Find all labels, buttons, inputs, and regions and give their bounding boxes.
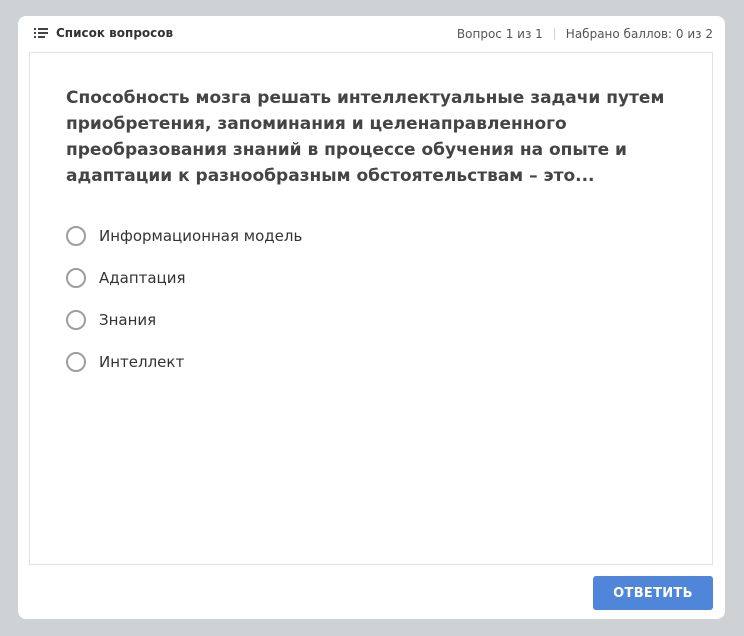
answer-button[interactable]: ОТВЕТИТЬ	[593, 576, 713, 610]
question-panel: Способность мозга решать интеллектуальны…	[29, 52, 713, 565]
quiz-header: Список вопросов Вопрос 1 из 1 Набрано ба…	[18, 16, 725, 52]
radio-icon[interactable]	[66, 226, 86, 246]
question-list-label: Список вопросов	[56, 26, 174, 40]
answer-option-label: Знания	[99, 311, 157, 329]
radio-icon[interactable]	[66, 352, 86, 372]
answer-option[interactable]: Адаптация	[66, 257, 302, 299]
quiz-status: Вопрос 1 из 1 Набрано баллов: 0 из 2	[457, 27, 713, 41]
status-divider	[553, 28, 555, 40]
radio-icon[interactable]	[66, 268, 86, 288]
score-display: Набрано баллов: 0 из 2	[565, 27, 713, 41]
answer-option[interactable]: Знания	[66, 299, 302, 341]
list-icon	[34, 28, 48, 38]
question-text: Способность мозга решать интеллектуальны…	[66, 88, 665, 186]
answer-option[interactable]: Информационная модель	[66, 215, 302, 257]
quiz-card: Список вопросов Вопрос 1 из 1 Набрано ба…	[18, 16, 725, 619]
answer-option-label: Интеллект	[99, 353, 185, 371]
question-counter: Вопрос 1 из 1	[456, 27, 543, 41]
answer-option-label: Информационная модель	[99, 227, 303, 245]
answer-option[interactable]: Интеллект	[66, 341, 302, 383]
answer-option-label: Адаптация	[99, 269, 186, 287]
question-list-button[interactable]: Список вопросов	[34, 26, 173, 40]
radio-icon[interactable]	[66, 310, 86, 330]
answer-options: Информационная модель Адаптация Знания Инте…	[66, 215, 302, 383]
